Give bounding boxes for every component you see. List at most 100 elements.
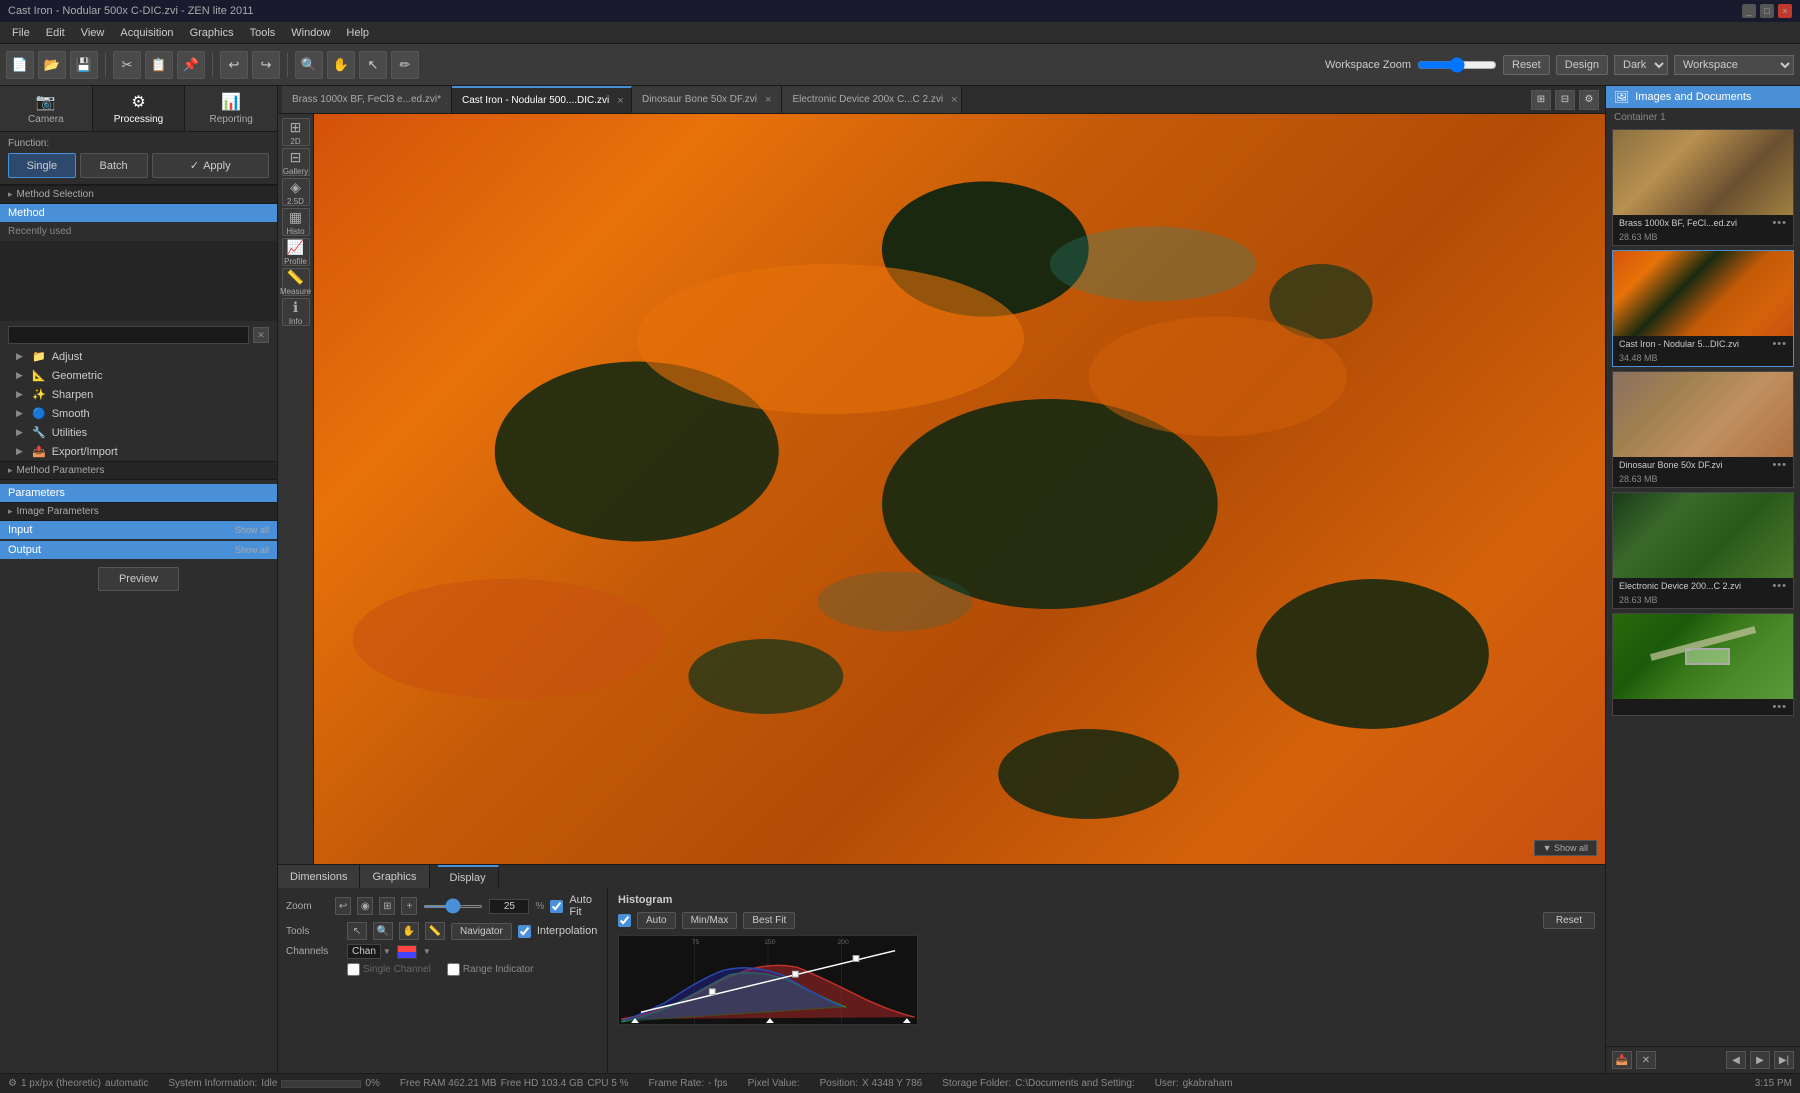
tab-reporting[interactable]: 📊 Reporting [185, 86, 277, 131]
main-image[interactable]: ▼ Show all [314, 114, 1605, 864]
bottom-tab-graphics[interactable]: Graphics [360, 865, 429, 888]
tab-processing[interactable]: ⚙ Processing [93, 86, 186, 131]
menu-tools[interactable]: Tools [242, 25, 284, 41]
tree-item-export[interactable]: ▶ 📤 Export/Import [0, 442, 277, 461]
workspace-select[interactable]: Workspace [1674, 55, 1794, 75]
view-histo-btn[interactable]: ▦ Histo [282, 208, 310, 236]
menu-edit[interactable]: Edit [38, 25, 73, 41]
single-btn[interactable]: Single [8, 153, 76, 178]
zoom-input[interactable] [489, 899, 529, 914]
view-profile-btn[interactable]: 📈 Profile [282, 238, 310, 266]
zoom-btn[interactable]: 🔍 [295, 51, 323, 79]
theme-select[interactable]: Dark [1614, 55, 1668, 75]
apply-btn[interactable]: ✓ Apply [152, 153, 270, 178]
tab-cast-iron-close[interactable]: × [617, 95, 623, 107]
view-info-btn[interactable]: ℹ Info [282, 298, 310, 326]
undo-btn[interactable]: ↩ [220, 51, 248, 79]
thumb-brass[interactable]: Brass 1000x BF, FeCl...ed.zvi ••• 28.63 … [1612, 129, 1794, 246]
rpf-prev-btn[interactable]: ◀ [1726, 1051, 1746, 1069]
zoom-slider[interactable] [423, 905, 483, 908]
redo-btn[interactable]: ↪ [252, 51, 280, 79]
rpf-delete-btn[interactable]: ✕ [1636, 1051, 1656, 1069]
open-btn[interactable]: 📂 [38, 51, 66, 79]
channel-dropdown[interactable]: Chan ▼ [347, 944, 391, 959]
thumb-bone[interactable]: Dinosaur Bone 50x DF.zvi ••• 28.63 MB [1612, 371, 1794, 488]
layout-btn[interactable]: ⊟ [1555, 90, 1575, 110]
tool-select-btn[interactable]: ↖ [347, 922, 367, 940]
select-btn[interactable]: ↖ [359, 51, 387, 79]
tool-measure-btn[interactable]: 📏 [425, 922, 445, 940]
thumb-cast-iron[interactable]: Cast Iron - Nodular 5...DIC.zvi ••• 34.4… [1612, 250, 1794, 367]
output-show-all[interactable]: Show all [235, 545, 269, 555]
range-indicator-checkbox[interactable] [447, 963, 460, 976]
hist-bestfit-btn[interactable]: Best Fit [743, 912, 795, 929]
zoom-out-btn[interactable]: ↩ [335, 897, 351, 915]
view-25d-btn[interactable]: ◈ 2.5D [282, 178, 310, 206]
bone-menu[interactable]: ••• [1772, 459, 1787, 471]
menu-window[interactable]: Window [283, 25, 338, 41]
view-2d-btn[interactable]: ⊞ 2D [282, 118, 310, 146]
output-bar[interactable]: Output Show all [0, 541, 277, 559]
hist-minmax-btn[interactable]: Min/Max [682, 912, 738, 929]
tree-item-adjust[interactable]: ▶ 📁 Adjust [0, 347, 277, 366]
new-btn[interactable]: 📄 [6, 51, 34, 79]
parameters-bar[interactable]: Parameters [0, 484, 277, 502]
electronic-menu[interactable]: ••• [1772, 580, 1787, 592]
bottom-tab-display[interactable]: Display [438, 865, 499, 888]
tab-electronic-close[interactable]: × [951, 94, 957, 106]
single-channel-checkbox[interactable] [347, 963, 360, 976]
tree-item-sharpen[interactable]: ▶ ✨ Sharpen [0, 385, 277, 404]
input-bar[interactable]: Input Show all [0, 521, 277, 539]
tree-item-geometric[interactable]: ▶ 📐 Geometric [0, 366, 277, 385]
navigator-btn[interactable]: Navigator [451, 923, 512, 940]
tree-item-utilities[interactable]: ▶ 🔧 Utilities [0, 423, 277, 442]
workspace-zoom-slider[interactable] [1417, 57, 1497, 73]
hist-reset-btn[interactable]: Reset [1543, 912, 1595, 929]
thumb-aerial[interactable]: ••• [1612, 613, 1794, 716]
paste-btn[interactable]: 📌 [177, 51, 205, 79]
batch-btn[interactable]: Batch [80, 153, 148, 178]
aerial-menu[interactable]: ••• [1772, 701, 1787, 713]
zoom-in-btn[interactable]: + [401, 897, 417, 915]
tab-brass[interactable]: Brass 1000x BF, FeCl3 e...ed.zvi* [282, 86, 452, 113]
design-btn[interactable]: Design [1556, 55, 1608, 75]
method-bar[interactable]: Method [0, 204, 277, 222]
tool-zoom-btn[interactable]: 🔍 [373, 922, 393, 940]
search-clear-btn[interactable]: ✕ [253, 327, 269, 343]
input-show-all[interactable]: Show all [235, 525, 269, 535]
grid-view-btn[interactable]: ⊞ [1531, 90, 1551, 110]
autofit-checkbox[interactable] [550, 900, 563, 913]
reset-btn[interactable]: Reset [1503, 55, 1550, 75]
preview-btn[interactable]: Preview [98, 567, 179, 591]
tab-bone-close[interactable]: × [765, 94, 771, 106]
tab-bone[interactable]: Dinosaur Bone 50x DF.zvi × [632, 86, 783, 113]
rpf-import-btn[interactable]: 📥 [1612, 1051, 1632, 1069]
menu-view[interactable]: View [73, 25, 113, 41]
maximize-btn[interactable]: □ [1760, 4, 1774, 18]
interpolation-checkbox[interactable] [518, 925, 531, 938]
menu-acquisition[interactable]: Acquisition [112, 25, 181, 41]
settings-btn[interactable]: ⚙ [1579, 90, 1599, 110]
menu-graphics[interactable]: Graphics [182, 25, 242, 41]
histogram-auto-checkbox[interactable] [618, 914, 631, 927]
zoom-fit-btn[interactable]: ⊞ [379, 897, 395, 915]
zoom-100-btn[interactable]: ◉ [357, 897, 373, 915]
cut-btn[interactable]: ✂ [113, 51, 141, 79]
bottom-tab-dimensions[interactable]: Dimensions [278, 865, 360, 888]
save-btn[interactable]: 💾 [70, 51, 98, 79]
view-measure-btn[interactable]: 📏 Measure [282, 268, 310, 296]
rpf-last-btn[interactable]: ▶| [1774, 1051, 1794, 1069]
copy-btn[interactable]: 📋 [145, 51, 173, 79]
tool-pan-btn[interactable]: ✋ [399, 922, 419, 940]
rpf-next-btn[interactable]: ▶ [1750, 1051, 1770, 1069]
draw-btn[interactable]: ✏ [391, 51, 419, 79]
brass-menu[interactable]: ••• [1772, 217, 1787, 229]
tab-cast-iron[interactable]: Cast Iron - Nodular 500....DIC.zvi × [452, 86, 632, 113]
tab-electronic[interactable]: Electronic Device 200x C...C 2.zvi × [782, 86, 962, 113]
close-btn[interactable]: × [1778, 4, 1792, 18]
tab-camera[interactable]: 📷 Camera [0, 86, 93, 131]
menu-help[interactable]: Help [338, 25, 377, 41]
minimize-btn[interactable]: _ [1742, 4, 1756, 18]
pan-btn[interactable]: ✋ [327, 51, 355, 79]
hist-auto-btn[interactable]: Auto [637, 912, 676, 929]
